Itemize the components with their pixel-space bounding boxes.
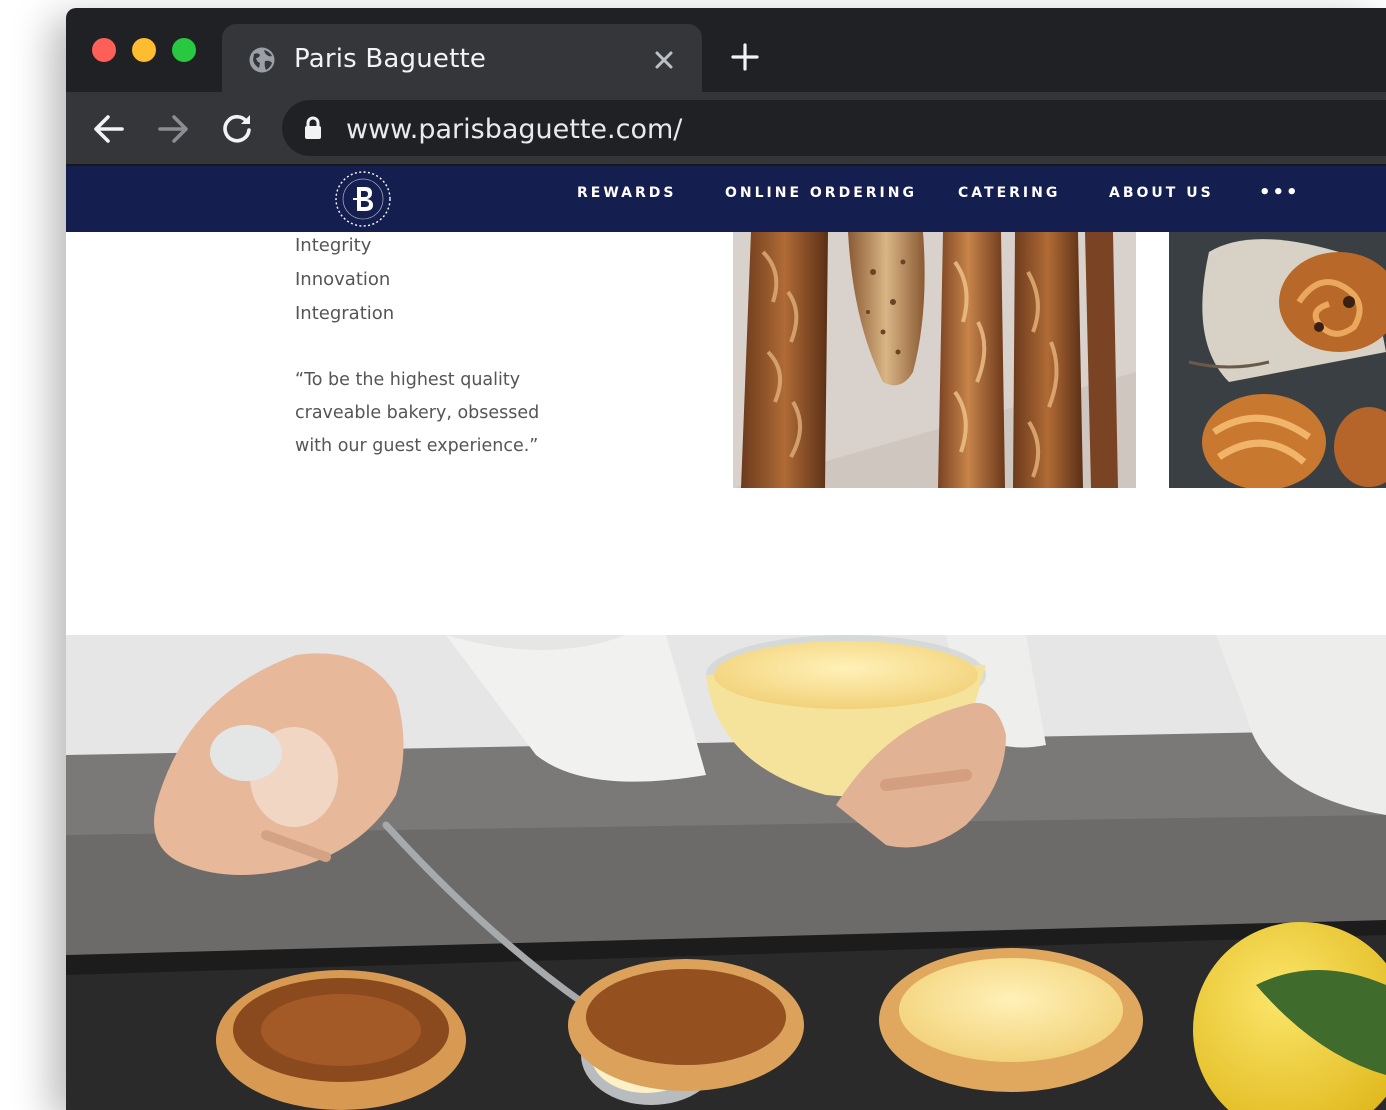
- paris-baguette-logo[interactable]: [334, 170, 392, 228]
- reload-icon[interactable]: [220, 112, 254, 146]
- close-tab-icon[interactable]: [652, 48, 676, 72]
- nav-rewards-link[interactable]: REWARDS: [577, 185, 676, 201]
- value-item: Integration: [295, 303, 395, 324]
- tab-strip: Paris Baguette: [66, 8, 1386, 92]
- site-nav-bar: REWARDS ONLINE ORDERING CATERING ABOUT U…: [66, 166, 1386, 232]
- url-text: www.parisbaguette.com/: [346, 114, 683, 145]
- mission-line: with our guest experience.”: [295, 436, 539, 456]
- mission-line: craveable bakery, obsessed: [295, 403, 540, 423]
- value-item: Integrity: [295, 235, 372, 256]
- globe-icon: [248, 46, 276, 74]
- forward-arrow-icon[interactable]: [156, 112, 190, 146]
- back-arrow-icon[interactable]: [92, 112, 126, 146]
- browser-toolbar: www.parisbaguette.com/: [66, 92, 1386, 164]
- core-values-list: Integrity Innovation Integration: [295, 236, 394, 338]
- mission-line: “To be the highest quality: [295, 370, 521, 390]
- lock-icon: [302, 116, 324, 140]
- minimize-window-button[interactable]: [132, 38, 156, 62]
- web-page: REWARDS ONLINE ORDERING CATERING ABOUT U…: [66, 166, 1386, 1110]
- custard-tarts-photo: [66, 635, 1386, 1110]
- value-item: Innovation: [295, 269, 391, 290]
- browser-tab[interactable]: Paris Baguette: [222, 24, 702, 92]
- baguette-photo: [733, 232, 1136, 488]
- browser-window: Paris Baguette www.parisbaguette.com/ RE…: [66, 8, 1386, 1110]
- nav-catering-link[interactable]: CATERING: [958, 185, 1060, 201]
- nav-about-us-link[interactable]: ABOUT US: [1109, 185, 1214, 201]
- mission-statement: “To be the highest quality craveable bak…: [295, 370, 605, 469]
- nav-more-menu[interactable]: •••: [1259, 182, 1300, 203]
- close-window-button[interactable]: [92, 38, 116, 62]
- tab-title: Paris Baguette: [294, 44, 487, 74]
- zoom-window-button[interactable]: [172, 38, 196, 62]
- address-bar[interactable]: www.parisbaguette.com/: [282, 100, 1386, 156]
- pastry-basket-photo: [1169, 232, 1386, 488]
- new-tab-plus-icon[interactable]: [730, 42, 760, 72]
- nav-online-ordering-link[interactable]: ONLINE ORDERING: [725, 185, 917, 201]
